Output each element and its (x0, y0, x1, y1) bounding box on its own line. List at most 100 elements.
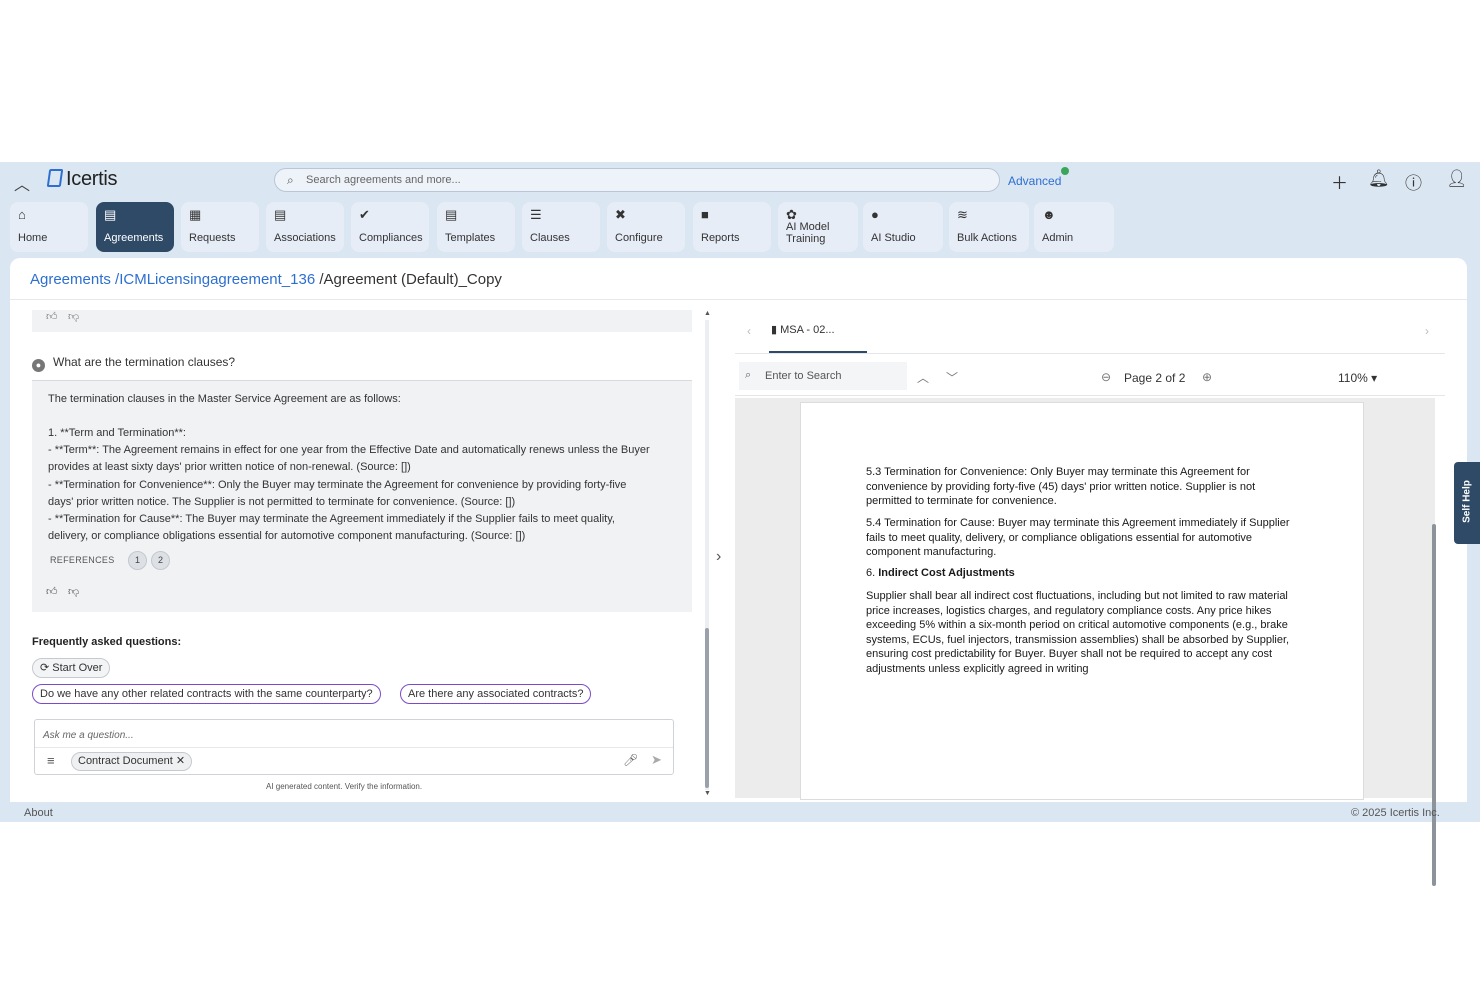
chevron-up-icon[interactable]: ︿ (14, 171, 30, 195)
nav-configure[interactable]: ✖ Configure (607, 202, 685, 252)
viewer-scrollbar[interactable] (1430, 524, 1436, 964)
answer-line: The termination clauses in the Master Se… (48, 393, 401, 405)
thumbs-down-icon[interactable]: 👎︎ (68, 310, 79, 323)
nav-clauses[interactable]: ☰ Clauses (522, 202, 600, 252)
scroll-thumb[interactable] (1432, 524, 1436, 886)
zoom-select[interactable]: 110% ▾ (1338, 371, 1377, 385)
file-icon: ▮ (771, 324, 781, 336)
app-shell: ︿ Icertis ⌕ Search agreements and more..… (0, 162, 1480, 886)
ai-disclaimer: AI generated content. Verify the informa… (266, 782, 423, 791)
clause-icon: ☰ (530, 207, 542, 222)
scroll-down-icon[interactable]: ▼ (704, 790, 711, 797)
find-in-document[interactable]: ⌕ Enter to Search (739, 362, 907, 390)
refresh-icon: ⟳ (40, 662, 53, 674)
faq-chip[interactable]: Are there any associated contracts? (400, 684, 592, 704)
global-search[interactable]: ⌕ Search agreements and more... (274, 168, 1000, 192)
answer-line: provides at least sixty days' prior writ… (48, 461, 411, 473)
scroll-thumb[interactable] (705, 628, 709, 788)
zoom-in-icon[interactable]: ⊕ (1202, 370, 1212, 384)
mic-icon[interactable]: 🎤︎ (623, 753, 638, 767)
users-icon: ☻ (1042, 207, 1056, 222)
zoom-out-icon[interactable]: ⊖ (1101, 370, 1111, 384)
chat-scrollbar[interactable]: ▲ ▼ (704, 310, 711, 798)
thumbs-up-icon[interactable]: 👍︎ (46, 585, 58, 598)
user-icon[interactable]: 👤︎ (1446, 169, 1468, 189)
answer-line: delivery, or compliance obligations esse… (48, 530, 526, 542)
nav-associations[interactable]: ▤ Associations (266, 202, 344, 252)
ask-question-box[interactable]: Ask me a question... ≡ Contract Document… (34, 719, 674, 775)
previous-answer-card: 👍︎ 👎︎ (32, 310, 692, 332)
template-icon: ▤ (445, 207, 458, 222)
answer-line: - **Term**: The Agreement remains in eff… (48, 444, 650, 456)
about-link[interactable]: About (24, 807, 53, 819)
references-label: REFERENCES (50, 555, 115, 565)
page-indicator: Page 2 of 2 (1124, 371, 1186, 385)
divider (35, 747, 673, 748)
compliance-icon: ✔ (359, 207, 370, 222)
section-heading: 6. Indirect Cost Adjustments (866, 567, 1015, 579)
layers-icon: ≋ (957, 207, 968, 222)
nav-bulk-actions[interactable]: ≋ Bulk Actions (949, 202, 1029, 252)
tab-document[interactable]: ▮ MSA - 02... (771, 323, 835, 336)
breadcrumb-parent[interactable]: /ICMLicensingagreement_136 (115, 271, 315, 288)
document-viewer: ‹ ▮ MSA - 02... › ⌕ Enter to Search ︿ ﹀ … (735, 310, 1455, 800)
icertis-logo[interactable]: Icertis (46, 168, 118, 191)
thumbs-up-icon[interactable]: 👍︎ (46, 310, 58, 323)
breadcrumb: Agreements /ICMLicensingagreement_136 /A… (30, 271, 502, 288)
nav-admin[interactable]: ☻ Admin (1034, 202, 1114, 252)
status-dot (1061, 167, 1069, 175)
nav-ai-studio[interactable]: ● AI Studio (863, 202, 943, 252)
nav-templates[interactable]: ▤ Templates (437, 202, 515, 252)
breadcrumb-agreements[interactable]: Agreements (30, 271, 111, 288)
chevron-right-icon[interactable]: › (716, 548, 721, 566)
help-icon[interactable]: ⓘ (1405, 169, 1422, 194)
bell-icon[interactable]: 🔔︎ (1368, 169, 1390, 189)
nav-reports[interactable]: ■ Reports (693, 202, 771, 252)
answer-line: - **Termination for Convenience**: Only … (48, 479, 627, 491)
user-question: ● What are the termination clauses? (32, 355, 235, 372)
thumbs-down-icon[interactable]: 👎︎ (68, 585, 79, 598)
nav-requests[interactable]: ▦ Requests (181, 202, 259, 252)
nav-agreements[interactable]: ▤ Agreements (96, 202, 174, 252)
reference-chip[interactable]: 1 (128, 551, 147, 570)
chevron-right-icon[interactable]: › (1425, 324, 1429, 338)
request-icon: ▦ (189, 207, 202, 222)
top-bar: ︿ Icertis ⌕ Search agreements and more..… (0, 162, 1480, 200)
filter-icon[interactable]: ≡ (47, 753, 55, 768)
report-icon: ■ (701, 207, 709, 222)
scroll-up-icon[interactable]: ▲ (704, 310, 711, 317)
prev-match-icon[interactable]: ︿ (917, 369, 929, 386)
nav-home[interactable]: ⌂ Home (10, 202, 88, 252)
faq-chip[interactable]: Do we have any other related contracts w… (32, 684, 381, 704)
active-tab-indicator (769, 351, 867, 353)
home-icon: ⌂ (18, 207, 26, 222)
ask-input[interactable]: Ask me a question... (43, 730, 134, 741)
chevron-left-icon[interactable]: ‹ (747, 324, 751, 338)
document-page-area: 5.3 Termination for Convenience: Only Bu… (735, 398, 1435, 800)
close-icon[interactable]: ✕ (176, 755, 185, 767)
copyright: © 2025 Icertis Inc. (1351, 807, 1440, 819)
contract-document-chip[interactable]: Contract Document ✕ (71, 752, 193, 771)
nav-ai-model-training[interactable]: ✿ AI Model Training (778, 202, 858, 252)
faq-title: Frequently asked questions: (32, 636, 182, 648)
answer-line: 1. **Term and Termination**: (48, 427, 186, 439)
ai-chat-panel: 👍︎ 👎︎ ● What are the termination clauses?… (32, 310, 692, 800)
document-tabs: ‹ ▮ MSA - 02... › (735, 310, 1445, 354)
plus-icon[interactable]: ＋ (1331, 169, 1348, 194)
clause-5-3: 5.3 Termination for Convenience: Only Bu… (866, 466, 1256, 508)
agreement-icon: ▤ (104, 207, 117, 222)
search-icon: ⌕ (287, 173, 294, 187)
breadcrumb-current: /Agreement (Default)_Copy (319, 271, 502, 288)
reference-chip[interactable]: 2 (151, 551, 170, 570)
start-over-button[interactable]: ⟳ Start Over (32, 658, 111, 678)
clause-5-4: 5.4 Termination for Cause: Buyer may ter… (866, 517, 1290, 559)
advanced-search-link[interactable]: Advanced (1008, 174, 1061, 188)
search-placeholder: Search agreements and more... (306, 174, 461, 186)
answer-line: days' prior written notice. The Supplier… (48, 496, 516, 508)
next-match-icon[interactable]: ﹀ (946, 369, 958, 386)
nav-compliances[interactable]: ✔ Compliances (351, 202, 429, 252)
user-avatar-icon: ● (32, 359, 45, 372)
self-help-tab[interactable]: Self Help (1454, 462, 1480, 544)
clause-6-body: Supplier shall bear all indirect cost fl… (866, 590, 1290, 675)
send-icon[interactable]: ➤ (651, 752, 662, 768)
